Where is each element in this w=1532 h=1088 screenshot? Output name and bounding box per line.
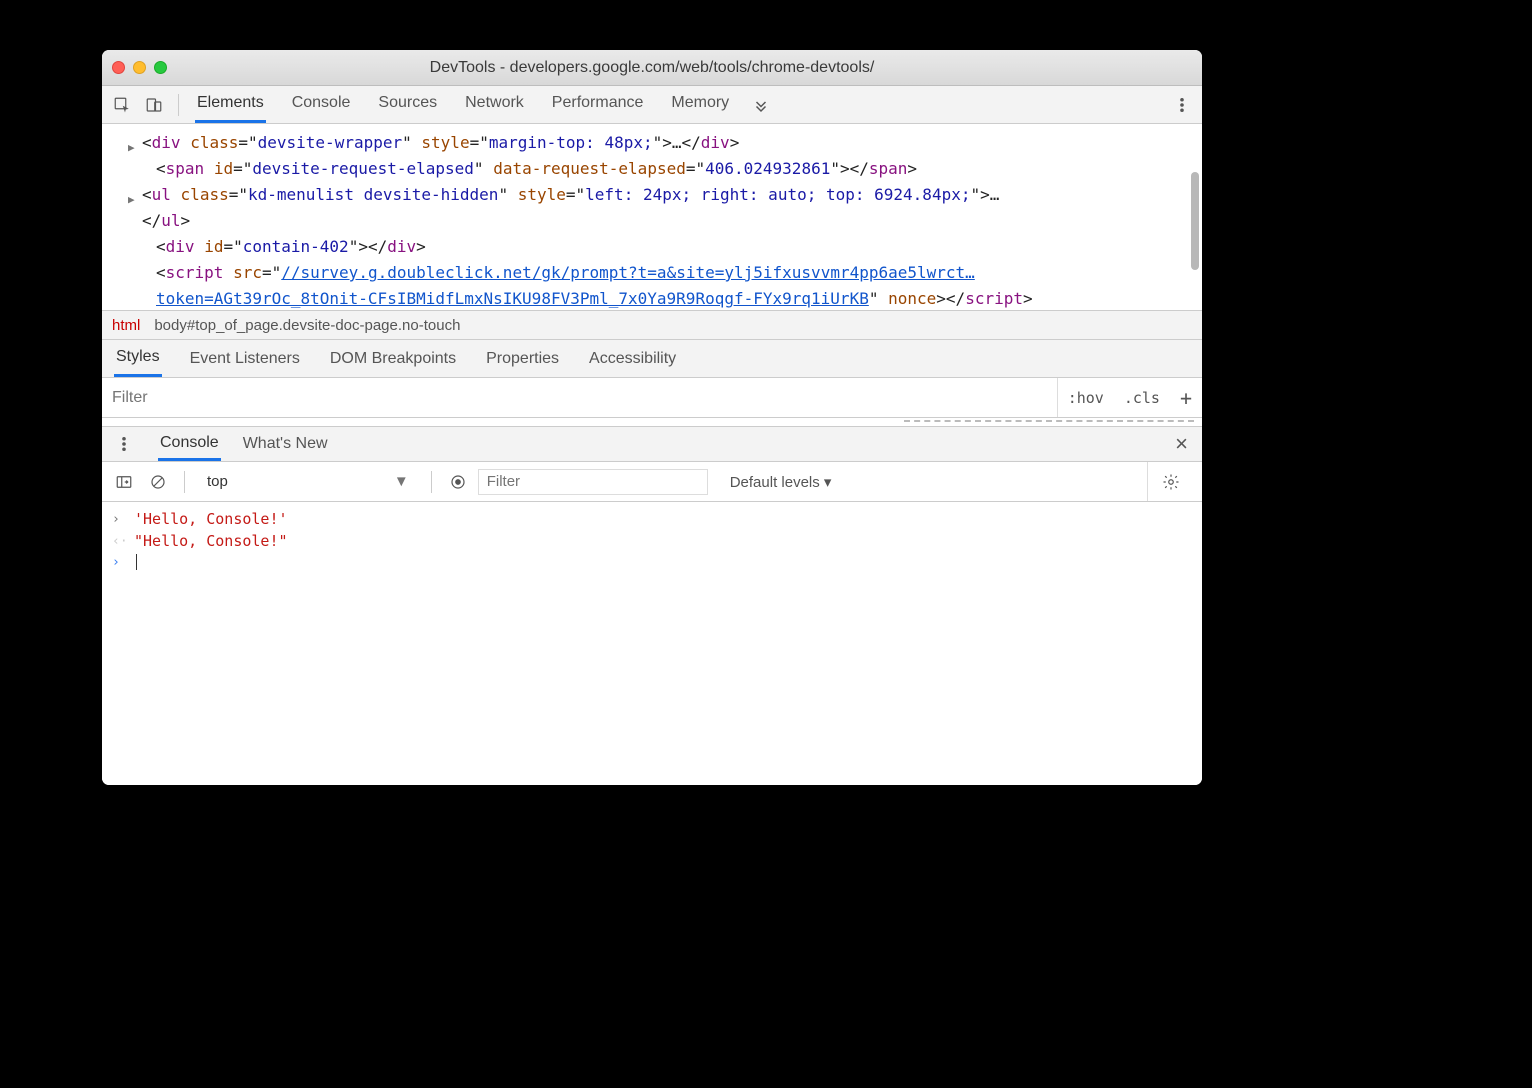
dropdown-icon: ▼ (394, 473, 409, 490)
divider (431, 471, 432, 493)
context-selector[interactable]: top ▼ (197, 473, 419, 490)
divider (184, 471, 185, 493)
styles-filter-input[interactable] (102, 378, 1057, 417)
devtools-window: DevTools - developers.google.com/web/too… (102, 50, 1202, 785)
console-filter-input[interactable] (478, 469, 708, 495)
console-input-row: › 'Hello, Console!' (102, 508, 1202, 530)
tab-sources[interactable]: Sources (376, 86, 439, 123)
divider (178, 94, 179, 116)
hov-button[interactable]: :hov (1058, 389, 1114, 407)
drawer-menu-icon[interactable] (110, 430, 138, 458)
input-icon: › (112, 512, 126, 527)
breadcrumb-body[interactable]: body#top_of_page.devsite-doc-page.no-tou… (154, 317, 460, 334)
main-toolbar: Elements Console Sources Network Perform… (102, 86, 1202, 124)
panel-tabs: Elements Console Sources Network Perform… (195, 86, 731, 123)
titlebar: DevTools - developers.google.com/web/too… (102, 50, 1202, 86)
tab-console[interactable]: Console (290, 86, 353, 123)
subtab-styles[interactable]: Styles (114, 340, 162, 377)
subtab-event-listeners[interactable]: Event Listeners (188, 342, 302, 376)
device-toolbar-icon[interactable] (140, 91, 168, 119)
cls-button[interactable]: .cls (1114, 389, 1170, 407)
close-drawer-icon[interactable]: × (1169, 431, 1194, 457)
console-prompt-row[interactable]: › (102, 552, 1202, 572)
drawer-tab-console[interactable]: Console (158, 428, 221, 461)
add-rule-button[interactable]: + (1170, 386, 1202, 410)
output-icon: ‹· (112, 534, 126, 549)
styles-toolbar: :hov .cls + (102, 378, 1202, 418)
tab-performance[interactable]: Performance (550, 86, 646, 123)
tab-network[interactable]: Network (463, 86, 526, 123)
console-settings-icon[interactable] (1147, 462, 1194, 501)
more-tabs-icon[interactable] (747, 91, 775, 119)
styles-controls: :hov .cls + (1057, 378, 1202, 417)
subtab-accessibility[interactable]: Accessibility (587, 342, 678, 376)
window-title: DevTools - developers.google.com/web/too… (102, 59, 1202, 77)
elements-panel[interactable]: ▶<div class="devsite-wrapper" style="mar… (102, 124, 1202, 310)
drawer-tabs: Console What's New × (102, 426, 1202, 462)
subtab-properties[interactable]: Properties (484, 342, 561, 376)
scrollbar-thumb[interactable] (1191, 172, 1199, 270)
breadcrumb-html[interactable]: html (112, 317, 140, 334)
subtab-dom-breakpoints[interactable]: DOM Breakpoints (328, 342, 458, 376)
dom-breadcrumb: html body#top_of_page.devsite-doc-page.n… (102, 310, 1202, 340)
styles-peek (102, 418, 1202, 426)
sidebar-tabs: Styles Event Listeners DOM Breakpoints P… (102, 340, 1202, 378)
console-entered-text: 'Hello, Console!' (134, 510, 288, 528)
clear-console-icon[interactable] (144, 468, 172, 496)
console-result-text: "Hello, Console!" (134, 532, 288, 550)
console-output[interactable]: › 'Hello, Console!' ‹· "Hello, Console!"… (102, 502, 1202, 785)
drawer-tab-whatsnew[interactable]: What's New (241, 429, 330, 459)
inspect-element-icon[interactable] (108, 91, 136, 119)
log-levels-selector[interactable]: Default levels ▾ (730, 473, 832, 491)
settings-menu-icon[interactable] (1168, 91, 1196, 119)
console-output-row: ‹· "Hello, Console!" (102, 530, 1202, 552)
tab-memory[interactable]: Memory (669, 86, 731, 123)
console-sidebar-toggle-icon[interactable] (110, 468, 138, 496)
console-toolbar: top ▼ Default levels ▾ (102, 462, 1202, 502)
prompt-icon: › (112, 555, 126, 570)
text-cursor (136, 554, 137, 570)
tab-elements[interactable]: Elements (195, 86, 266, 123)
live-expression-icon[interactable] (444, 468, 472, 496)
